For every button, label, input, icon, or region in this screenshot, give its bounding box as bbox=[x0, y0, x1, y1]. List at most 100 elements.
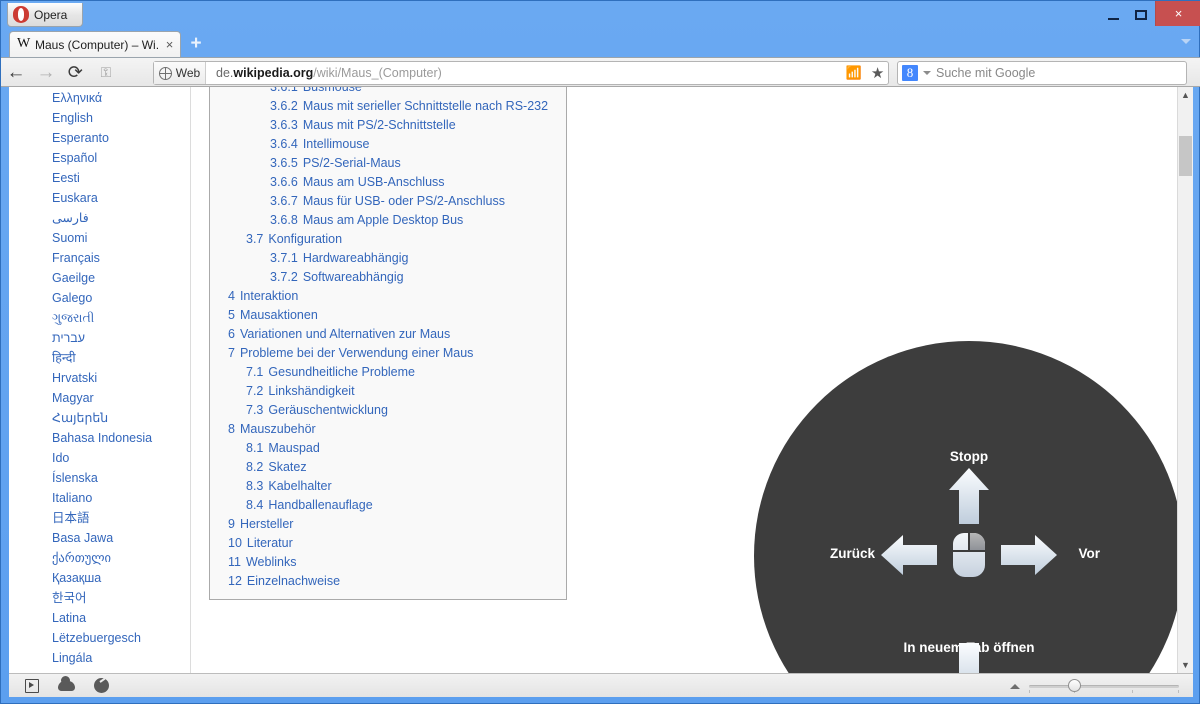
sidebar-language-link[interactable]: Ελληνικά bbox=[9, 88, 190, 108]
chevron-down-icon[interactable] bbox=[923, 71, 931, 75]
toc-entry-number: 9 bbox=[228, 517, 235, 531]
sidebar-language-link[interactable]: Íslenska bbox=[9, 468, 190, 488]
sidebar-language-link[interactable]: Latina bbox=[9, 608, 190, 628]
sidebar-language-link[interactable]: Ido bbox=[9, 448, 190, 468]
toc-entry[interactable]: 3.6.5 PS/2-Serial-Maus bbox=[222, 154, 554, 173]
sidebar-language-link[interactable]: Bahasa Indonesia bbox=[9, 428, 190, 448]
toc-entry[interactable]: 4 Interaktion bbox=[222, 287, 554, 306]
new-tab-button[interactable]: + bbox=[187, 34, 205, 53]
password-manager-button[interactable]: ⚿ bbox=[91, 58, 121, 86]
sidebar-language-link[interactable]: עברית bbox=[9, 328, 190, 348]
star-icon[interactable]: ★ bbox=[871, 64, 884, 82]
toc-entry[interactable]: 5 Mausaktionen bbox=[222, 306, 554, 325]
toc-entry[interactable]: 3.7.2 Softwareabhängig bbox=[222, 268, 554, 287]
status-bar-icons bbox=[9, 675, 109, 693]
toc-entry[interactable]: 9 Hersteller bbox=[222, 515, 554, 534]
minimize-button[interactable] bbox=[1099, 4, 1127, 26]
zoom-slider[interactable] bbox=[1029, 679, 1179, 693]
sidebar-language-link[interactable]: Suomi bbox=[9, 228, 190, 248]
toc-entry[interactable]: 6 Variationen und Alternativen zur Maus bbox=[222, 325, 554, 344]
toc-entry[interactable]: 3.6.4 Intellimouse bbox=[222, 135, 554, 154]
page-scrollbar[interactable]: ▲ ▼ bbox=[1177, 87, 1193, 673]
sidebar-language-link[interactable]: 한국어 bbox=[9, 588, 190, 608]
toc-entry[interactable]: 8.2 Skatez bbox=[222, 458, 554, 477]
toc-entry[interactable]: 7.3 Geräuschentwicklung bbox=[222, 401, 554, 420]
sidebar-language-link[interactable]: Lëtzebuergesch bbox=[9, 628, 190, 648]
close-button[interactable]: × bbox=[1155, 1, 1200, 26]
maximize-button[interactable] bbox=[1127, 4, 1155, 26]
sidebar-language-link[interactable]: Français bbox=[9, 248, 190, 268]
toc-entry-number: 3.6.5 bbox=[270, 156, 298, 170]
toc-entry-number: 3.6.8 bbox=[270, 213, 298, 227]
forward-button[interactable]: → bbox=[31, 58, 61, 86]
toc-entry[interactable]: 8.4 Handballenauflage bbox=[222, 496, 554, 515]
sidebar-language-link[interactable]: Қазақша bbox=[9, 568, 190, 588]
toc-entry[interactable]: 3.6.3 Maus mit PS/2-Schnittstelle bbox=[222, 116, 554, 135]
rss-icon[interactable]: 📶 bbox=[846, 65, 862, 81]
toc-entry-number: 3.7.1 bbox=[270, 251, 298, 265]
sidebar-language-link[interactable]: Español bbox=[9, 148, 190, 168]
toc-entry[interactable]: 10 Literatur bbox=[222, 534, 554, 553]
cloud-icon[interactable] bbox=[58, 675, 75, 691]
toc-entry[interactable]: 7.1 Gesundheitliche Probleme bbox=[222, 363, 554, 382]
address-bar[interactable]: Web de.wikipedia.org/wiki/Maus_(Computer… bbox=[153, 61, 889, 85]
sidebar-language-link[interactable]: Magyar bbox=[9, 388, 190, 408]
sidebar-language-link[interactable]: Հայերեն bbox=[9, 408, 190, 428]
tab-maus-computer[interactable]: W Maus (Computer) – Wi... × bbox=[9, 31, 181, 57]
sidebar-language-link[interactable]: ગુજરાતી bbox=[9, 308, 190, 328]
search-box[interactable]: 8 Suche mit Google bbox=[897, 61, 1187, 85]
toc-entry[interactable]: 7 Probleme bei der Verwendung einer Maus bbox=[222, 344, 554, 363]
google-badge-icon[interactable]: 8 bbox=[902, 65, 918, 81]
mouse-icon bbox=[953, 533, 985, 577]
web-badge[interactable]: Web bbox=[154, 62, 206, 84]
sidebar-language-link[interactable]: Esperanto bbox=[9, 128, 190, 148]
sidebar-language-link[interactable]: Hrvatski bbox=[9, 368, 190, 388]
toc-entry[interactable]: 11 Weblinks bbox=[222, 553, 554, 572]
sidebar-language-link[interactable]: Galego bbox=[9, 288, 190, 308]
sidebar-language-link[interactable]: Eesti bbox=[9, 168, 190, 188]
reload-button[interactable]: ⟲ bbox=[61, 58, 91, 86]
sidebar-language-link[interactable]: Gaeilge bbox=[9, 268, 190, 288]
toc-entry-label: Gesundheitliche Probleme bbox=[268, 365, 416, 379]
toc-entry[interactable]: 8 Mauszubehör bbox=[222, 420, 554, 439]
toc-entry[interactable]: 7.2 Linkshändigkeit bbox=[222, 382, 554, 401]
toc-entry[interactable]: 8.1 Mauspad bbox=[222, 439, 554, 458]
sidebar-language-link[interactable]: فارسی bbox=[9, 208, 190, 228]
toc-entry[interactable]: 12 Einzelnachweise bbox=[222, 572, 554, 591]
back-button[interactable]: ← bbox=[1, 58, 31, 86]
scroll-up-icon[interactable]: ▲ bbox=[1178, 87, 1193, 103]
panel-toggle-icon[interactable] bbox=[25, 678, 39, 693]
sidebar-language-link[interactable]: हिन्दी bbox=[9, 348, 190, 368]
toc-entry-label: Handballenauflage bbox=[268, 498, 373, 512]
tab-close-icon[interactable]: × bbox=[163, 37, 176, 52]
toc-entry[interactable]: 3.6.8 Maus am Apple Desktop Bus bbox=[222, 211, 554, 230]
sidebar-language-link[interactable]: Italiano bbox=[9, 488, 190, 508]
maximize-icon bbox=[1135, 10, 1147, 20]
opera-menu-button[interactable]: Opera bbox=[7, 3, 83, 27]
caret-up-icon[interactable] bbox=[1010, 683, 1020, 689]
scrollbar-thumb[interactable] bbox=[1179, 136, 1192, 176]
sidebar-language-link[interactable]: Lingála bbox=[9, 648, 190, 668]
zoom-slider-handle[interactable] bbox=[1068, 679, 1081, 692]
toc-entry[interactable]: 3.6.1 Busmouse bbox=[222, 87, 554, 97]
toc-entry[interactable]: 8.3 Kabelhalter bbox=[222, 477, 554, 496]
chevron-down-icon[interactable] bbox=[1181, 39, 1191, 44]
sidebar-language-link[interactable]: Basa Jawa bbox=[9, 528, 190, 548]
sidebar-language-link[interactable]: ქართული bbox=[9, 548, 190, 568]
toc-entry[interactable]: 3.6.7 Maus für USB- oder PS/2-Anschluss bbox=[222, 192, 554, 211]
toc-entry[interactable]: 3.6.2 Maus mit serieller Schnittstelle na… bbox=[222, 97, 554, 116]
sidebar-language-link[interactable]: Euskara bbox=[9, 188, 190, 208]
scroll-down-icon[interactable]: ▼ bbox=[1178, 657, 1193, 673]
status-bar bbox=[9, 673, 1193, 697]
toc-entry[interactable]: 3.7 Konfiguration bbox=[222, 230, 554, 249]
search-input[interactable]: Suche mit Google bbox=[936, 66, 1035, 80]
sidebar-language-link[interactable]: 日本語 bbox=[9, 508, 190, 528]
toc-entry[interactable]: 3.6.6 Maus am USB-Anschluss bbox=[222, 173, 554, 192]
toc-entry[interactable]: 3.7.1 Hardwareabhängig bbox=[222, 249, 554, 268]
title-bar: Opera × bbox=[1, 1, 1200, 29]
url-subdomain: de. bbox=[216, 66, 234, 80]
zoom-slider-track bbox=[1029, 685, 1179, 688]
minimize-icon bbox=[1107, 17, 1119, 20]
sidebar-language-link[interactable]: English bbox=[9, 108, 190, 128]
turbo-icon[interactable] bbox=[94, 678, 109, 693]
